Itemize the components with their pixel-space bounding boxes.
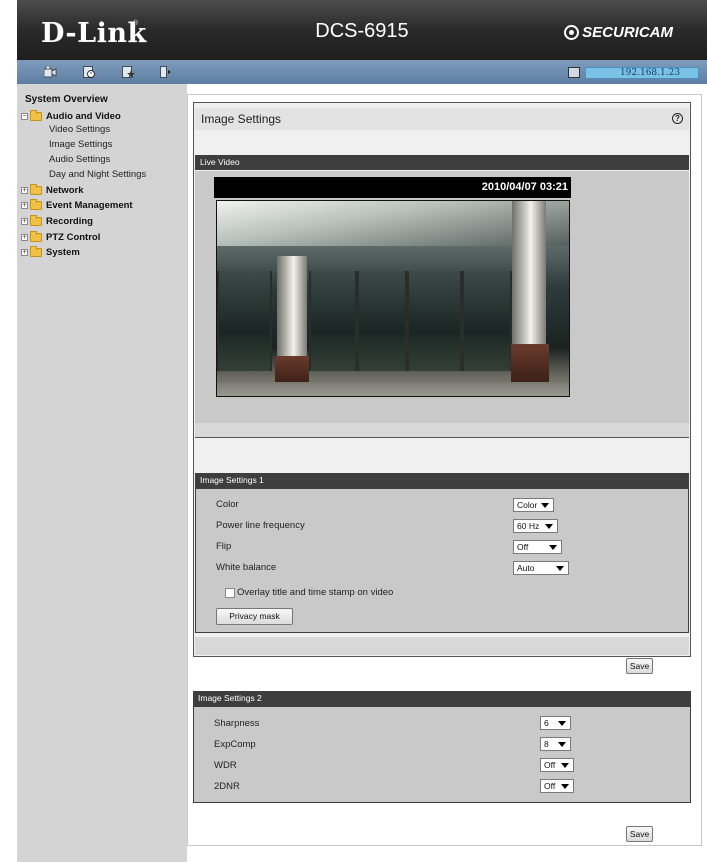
page-title-bar: Image Settings ? <box>195 108 689 130</box>
collapse-icon[interactable]: − <box>21 112 28 120</box>
image-settings-1-panel: Color Color Power line frequency 60 Hz F… <box>195 488 689 633</box>
folder-icon <box>30 230 42 242</box>
expand-icon[interactable]: + <box>21 201 28 209</box>
live-video-stream[interactable] <box>216 200 570 397</box>
privacy-mask-button[interactable]: Privacy mask <box>216 608 293 625</box>
flip-label: Flip <box>216 541 232 552</box>
power-line-frequency-label: Power line frequency <box>216 520 305 531</box>
securicam-logo: SECURICAM <box>564 24 673 41</box>
white-balance-label: White balance <box>216 562 277 573</box>
expand-icon[interactable]: + <box>21 233 28 241</box>
dropdown-arrow-icon <box>561 784 569 789</box>
expand-icon[interactable]: + <box>21 217 28 225</box>
live-video-heading: Live Video <box>195 155 689 170</box>
expcomp-select[interactable]: 8 <box>540 737 571 751</box>
sidebar-group-system[interactable]: + System <box>21 245 80 259</box>
image-settings-box: Image Settings ? Live Video 2010/04/07 0… <box>193 102 691 657</box>
spacer <box>195 453 689 467</box>
sidebar-item-audio-settings[interactable]: Audio Settings <box>49 154 110 165</box>
expand-icon[interactable]: + <box>21 186 28 194</box>
white-balance-select[interactable]: Auto <box>513 561 569 575</box>
live-video-area: 2010/04/07 03:21 <box>195 171 689 423</box>
sharpness-label: Sharpness <box>214 718 260 729</box>
sidebar-group-recording[interactable]: + Recording <box>21 214 93 228</box>
folder-icon <box>30 214 42 226</box>
securicam-text: SECURICAM <box>582 24 673 41</box>
power-line-frequency-select[interactable]: 60 Hz <box>513 519 558 533</box>
divider <box>195 437 689 438</box>
video-timestamp: 2010/04/07 03:21 <box>481 181 568 193</box>
expcomp-label: ExpComp <box>214 739 256 750</box>
color-select[interactable]: Color <box>513 498 554 512</box>
dropdown-arrow-icon <box>561 763 569 768</box>
sidebar-item-image-settings[interactable]: Image Settings <box>49 139 112 150</box>
overlay-checkbox[interactable] <box>225 588 235 598</box>
dropdown-arrow-icon <box>541 503 549 508</box>
save-button-1[interactable]: Save <box>626 658 653 674</box>
wdr-select[interactable]: Off <box>540 758 574 772</box>
setup-clock-icon[interactable] <box>83 66 96 78</box>
folder-icon <box>30 198 42 210</box>
image-settings-2-panel: Sharpness 6 ExpComp 8 WDR Off 2DNR Off <box>193 706 691 803</box>
sidebar: System Overview − Audio and Video Video … <box>17 84 187 862</box>
sidebar-item-day-night-settings[interactable]: Day and Night Settings <box>49 169 146 180</box>
toolbar: 192.168.1.23 <box>17 60 707 84</box>
ip-address-display: 192.168.1.23 <box>585 67 699 79</box>
star-maintenance-icon[interactable] <box>122 66 135 78</box>
image-settings-2-heading: Image Settings 2 <box>193 691 691 706</box>
save-button-2[interactable]: Save <box>626 826 653 842</box>
dropdown-arrow-icon <box>556 566 564 571</box>
color-label: Color <box>216 499 239 510</box>
bottom-spacer <box>195 637 689 655</box>
dropdown-arrow-icon <box>558 721 566 726</box>
dropdown-arrow-icon <box>545 524 553 529</box>
folder-icon <box>30 245 42 257</box>
main-panel: Image Settings ? Live Video 2010/04/07 0… <box>187 94 702 846</box>
2dnr-label: 2DNR <box>214 781 240 792</box>
wdr-label: WDR <box>214 760 237 771</box>
camera-live-icon[interactable] <box>44 66 57 78</box>
sidebar-group-network[interactable]: + Network <box>21 183 83 197</box>
securicam-lens-icon <box>564 25 580 40</box>
expand-icon[interactable]: + <box>21 248 28 256</box>
video-caption-bar: 2010/04/07 03:21 <box>214 177 571 198</box>
open-folder-icon <box>30 109 42 121</box>
page-title: Image Settings <box>201 112 282 126</box>
video-spacer <box>195 423 689 437</box>
help-icon[interactable]: ? <box>672 113 683 124</box>
dropdown-arrow-icon <box>549 545 557 550</box>
logout-door-icon[interactable] <box>160 66 173 78</box>
monitor-icon <box>568 67 580 78</box>
2dnr-select[interactable]: Off <box>540 779 574 793</box>
sidebar-group-ptz-control[interactable]: + PTZ Control <box>21 230 100 244</box>
dropdown-arrow-icon <box>558 742 566 747</box>
flip-select[interactable]: Off <box>513 540 562 554</box>
overlay-label: Overlay title and time stamp on video <box>237 587 394 598</box>
sidebar-item-video-settings[interactable]: Video Settings <box>49 124 110 135</box>
sidebar-group-event-management[interactable]: + Event Management <box>21 198 133 212</box>
sidebar-system-overview[interactable]: System Overview <box>25 94 108 105</box>
top-header: D-Link ® DCS-6915 SECURICAM <box>17 0 707 60</box>
image-settings-1-heading: Image Settings 1 <box>195 473 689 488</box>
sharpness-select[interactable]: 6 <box>540 716 571 730</box>
folder-icon <box>30 183 42 195</box>
sidebar-group-audio-video[interactable]: − Audio and Video <box>21 109 121 123</box>
